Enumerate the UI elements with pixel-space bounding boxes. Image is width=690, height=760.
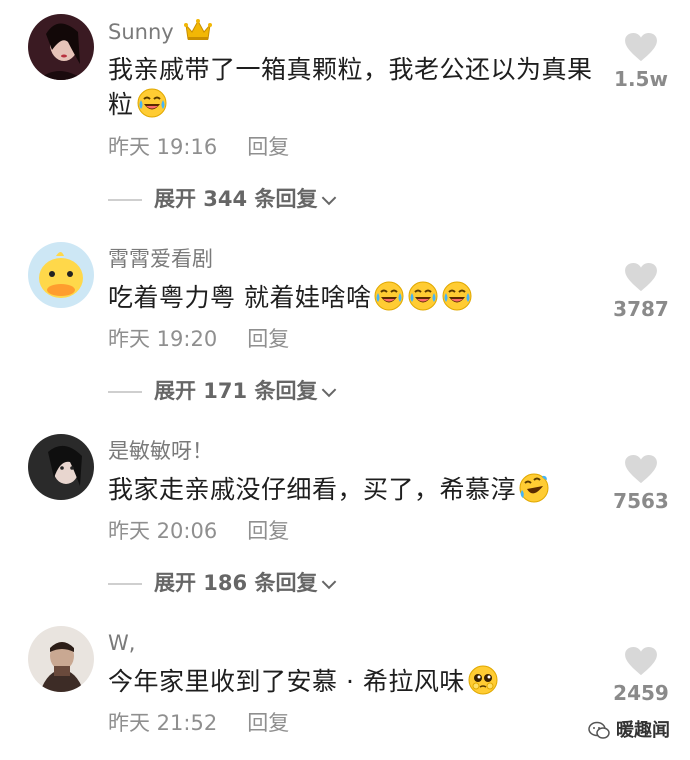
timestamp: 昨天 19:16 — [108, 135, 218, 159]
heart-icon — [624, 454, 658, 484]
chevron-down-icon — [321, 579, 337, 590]
reply-button[interactable]: 回复 — [247, 710, 289, 736]
avatar[interactable] — [28, 434, 94, 500]
laughing-crying-emoji — [441, 280, 473, 312]
heart-icon — [624, 646, 658, 676]
username[interactable]: Sunny — [108, 18, 212, 48]
divider — [108, 391, 142, 393]
expand-replies-button[interactable]: 展开 171 条回复 — [154, 378, 337, 404]
chevron-down-icon — [321, 195, 337, 206]
reply-button[interactable]: 回复 — [247, 326, 289, 352]
comment-text: 吃着粤力粤 就着娃啥啥 — [108, 280, 598, 315]
heart-icon — [624, 262, 658, 292]
like-count: 3787 — [613, 297, 669, 321]
chevron-down-icon — [321, 387, 337, 398]
laughing-crying-emoji — [407, 280, 439, 312]
comment-text: 今年家里收到了安慕 · 希拉风味 — [108, 664, 598, 699]
username[interactable]: W, — [108, 630, 135, 656]
like-count: 7563 — [613, 489, 669, 513]
avatar[interactable] — [28, 242, 94, 308]
avatar[interactable] — [28, 14, 94, 80]
reply-button[interactable]: 回复 — [247, 134, 289, 160]
divider — [108, 199, 142, 201]
like-count: 2459 — [613, 681, 669, 705]
laughing-crying-emoji — [136, 87, 168, 119]
timestamp: 昨天 19:20 — [108, 327, 218, 351]
watermark: 暖趣闻 — [588, 718, 670, 744]
username[interactable]: 霄霄爱看剧 — [108, 246, 213, 272]
expand-replies-button[interactable]: 展开 344 条回复 — [154, 186, 337, 212]
avatar[interactable] — [28, 626, 94, 692]
comment-text: 我亲戚带了一箱真颗粒，我老公还以为真果粒 — [108, 55, 593, 119]
timestamp: 昨天 21:52 — [108, 711, 218, 735]
like-button[interactable]: 3787 — [606, 262, 676, 322]
like-button[interactable]: 7563 — [606, 454, 676, 514]
comment-meta: 昨天 20:06 回复 — [108, 518, 289, 544]
like-count: 1.5w — [614, 67, 668, 91]
comment-meta: 昨天 21:52 回复 — [108, 710, 289, 736]
heart-icon — [624, 32, 658, 62]
comment-meta: 昨天 19:20 回复 — [108, 326, 289, 352]
wechat-icon — [588, 721, 610, 739]
divider — [108, 583, 142, 585]
like-button[interactable]: 1.5w — [606, 32, 676, 92]
expand-replies-button[interactable]: 展开 186 条回复 — [154, 570, 337, 596]
like-button[interactable]: 2459 — [606, 646, 676, 706]
watermark-text: 暖趣闻 — [616, 720, 670, 741]
username[interactable]: 是敏敏呀！ — [108, 438, 213, 464]
pleading-emoji — [467, 664, 499, 696]
rolling-laughing-emoji — [518, 472, 550, 504]
reply-button[interactable]: 回复 — [247, 518, 289, 544]
comment-text: 我家走亲戚没仔细看，买了，希慕淳 — [108, 472, 598, 507]
comment-meta: 昨天 19:16 回复 — [108, 134, 289, 160]
laughing-crying-emoji — [373, 280, 405, 312]
crown-icon — [183, 18, 212, 48]
timestamp: 昨天 20:06 — [108, 519, 218, 543]
